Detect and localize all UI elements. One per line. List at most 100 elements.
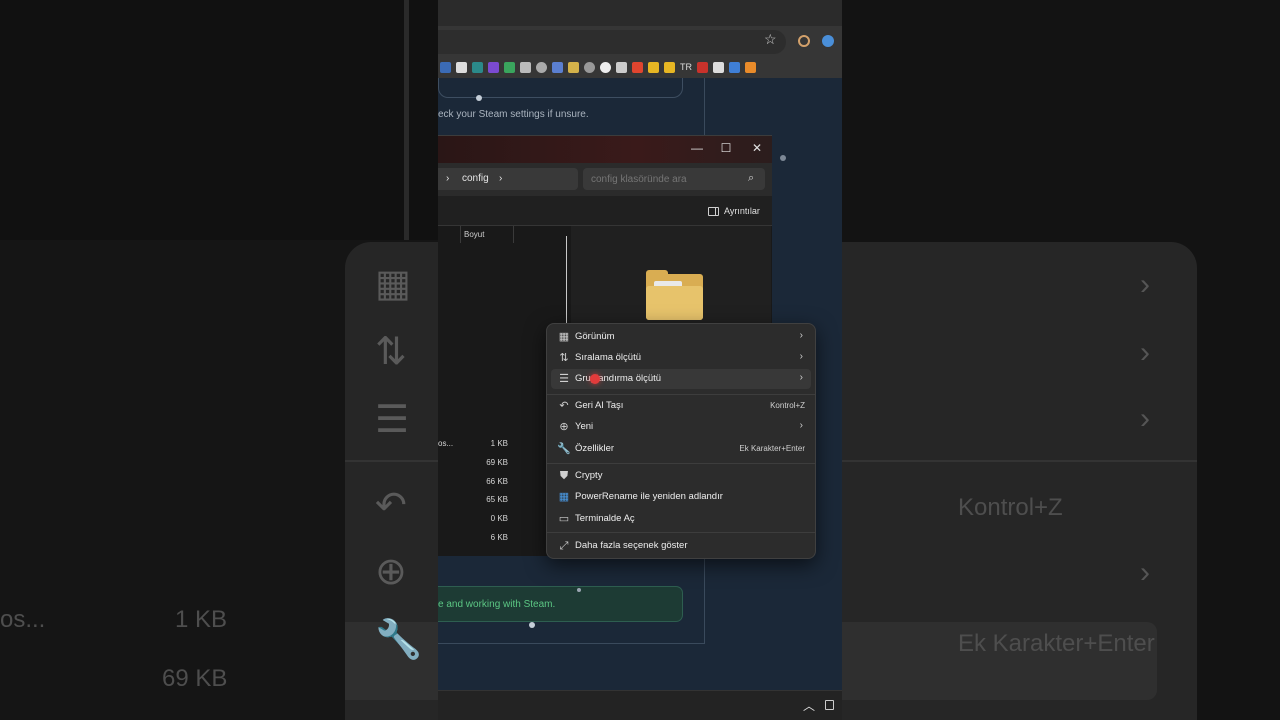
- menu-item-label: Crypty: [575, 470, 603, 481]
- group-by-icon: ☰: [559, 373, 569, 385]
- menu-item-sort[interactable]: ⇅ Sıralama ölçütü ›: [551, 348, 811, 368]
- folder-icon: [646, 270, 703, 320]
- column-divider[interactable]: [513, 226, 514, 243]
- menu-item-terminal[interactable]: ▭ Terminalde Aç: [551, 509, 811, 529]
- shortcut-label: Ek Karakter+Enter: [739, 444, 805, 453]
- menu-item-more-options[interactable]: ⤢ Daha fazla seçenek göster: [551, 536, 811, 556]
- menu-item-crypty[interactable]: ⛊ Crypty: [551, 466, 811, 486]
- bookmark-icon[interactable]: [713, 61, 724, 73]
- address-bar[interactable]: [438, 30, 786, 54]
- chevron-right-icon: ›: [799, 330, 803, 341]
- chevron-right-icon: ›: [1140, 402, 1150, 435]
- close-icon[interactable]: ✕: [749, 141, 765, 155]
- powerrename-icon: ▦: [558, 491, 570, 503]
- background-right: › › › › Kontrol+Z Ek Karakter+Enter: [842, 0, 1280, 720]
- background-menu-zoom: ▦ ⇅ ☰ ↶ ⊕ 🔧: [345, 242, 438, 720]
- wrench-icon: 🔧: [557, 443, 571, 455]
- bookmark-icon[interactable]: [632, 61, 643, 73]
- sort-icon: ⇅: [375, 331, 407, 373]
- menu-item-view[interactable]: ▦ Görünüm ›: [551, 327, 811, 347]
- new-icon: ⊕: [375, 551, 407, 593]
- browser-tab-bar: [438, 0, 842, 26]
- bookmark-icon[interactable]: [648, 61, 659, 73]
- extension-icon[interactable]: [822, 35, 834, 47]
- details-label: Ayrıntılar: [724, 206, 760, 216]
- panel-border-bottom: [438, 643, 705, 644]
- menu-item-undo[interactable]: ↶ Geri Al Taşı Kontrol+Z: [551, 396, 811, 416]
- grid-icon: ▦: [375, 263, 411, 305]
- menu-item-properties[interactable]: 🔧 Özellikler Ek Karakter+Enter: [551, 439, 811, 459]
- minimize-icon[interactable]: —: [689, 141, 705, 155]
- background-size-1: 1 KB: [175, 606, 228, 633]
- chevron-right-icon[interactable]: ›: [499, 173, 502, 184]
- new-icon: ⊕: [559, 421, 569, 433]
- background-size-2: 69 KB: [162, 665, 228, 692]
- menu-item-label: Terminalde Aç: [575, 513, 635, 524]
- chevron-right-icon: ›: [1140, 268, 1150, 301]
- chevron-right-icon: ›: [799, 372, 803, 383]
- menu-item-label: Yeni: [575, 421, 594, 432]
- search-box[interactable]: ⌕: [583, 168, 765, 190]
- breadcrumb[interactable]: › config ›: [438, 168, 578, 190]
- menu-separator: [547, 532, 815, 533]
- file-size: 1 KB: [490, 439, 508, 448]
- bookmark-icon[interactable]: [729, 61, 740, 73]
- background-properties-shortcut: Ek Karakter+Enter: [958, 630, 1155, 657]
- menu-item-new[interactable]: ⊕ Yeni ›: [551, 417, 811, 437]
- maximize-icon[interactable]: ☐: [718, 141, 734, 155]
- background-menu-zoom-right: › › › › Kontrol+Z Ek Karakter+Enter: [842, 242, 1197, 720]
- decor-dot: [577, 588, 581, 592]
- expand-icon: ⤢: [559, 540, 569, 552]
- bookmark-icon[interactable]: [745, 61, 756, 73]
- column-size[interactable]: Boyut: [464, 230, 484, 239]
- success-card: e and working with Steam.: [438, 586, 683, 622]
- bookmark-icon[interactable]: [600, 61, 611, 73]
- file-size: 66 KB: [486, 477, 508, 486]
- bookmark-icon[interactable]: [472, 61, 483, 73]
- bookmark-icon[interactable]: [568, 61, 579, 73]
- bookmark-icon[interactable]: [536, 61, 547, 73]
- details-button[interactable]: Ayrıntılar: [708, 206, 760, 216]
- search-icon[interactable]: ⌕: [748, 172, 754, 185]
- bookmark-icon[interactable]: [520, 61, 531, 73]
- column-header: Boyut: [438, 226, 568, 244]
- column-divider[interactable]: [460, 226, 461, 243]
- bookmark-icon[interactable]: [504, 61, 515, 73]
- file-size: 0 KB: [490, 514, 508, 523]
- bookmark-icon[interactable]: [456, 61, 467, 73]
- chevron-right-icon: ›: [1140, 336, 1150, 369]
- background-stripe: [404, 0, 409, 240]
- group-icon: ☰: [375, 399, 410, 441]
- terminal-icon: ▭: [558, 513, 570, 525]
- window-titlebar[interactable]: — ☐ ✕: [438, 136, 772, 163]
- success-text: e and working with Steam.: [438, 599, 556, 610]
- menu-item-label: Daha fazla seçenek göster: [575, 540, 688, 551]
- file-size: 6 KB: [490, 533, 508, 542]
- menu-separator: [547, 463, 815, 464]
- search-input[interactable]: [591, 171, 741, 187]
- menu-item-powerrename[interactable]: ▦ PowerRename ile yeniden adlandır: [551, 487, 811, 507]
- chevron-up-icon[interactable]: ︿: [803, 697, 815, 714]
- background-undo-shortcut: Kontrol+Z: [958, 494, 1063, 521]
- tray-icon[interactable]: [825, 700, 834, 710]
- bookmark-icon[interactable]: [697, 61, 708, 73]
- address-row: › config › ⌕: [438, 163, 772, 196]
- bookmark-icon[interactable]: [488, 61, 499, 73]
- bookmark-icon[interactable]: [616, 61, 627, 73]
- bookmark-tr-label[interactable]: TR: [680, 62, 692, 72]
- background-left: ▦ ⇅ ☰ ↶ ⊕ 🔧 os... 1 KB 69 KB: [0, 0, 438, 720]
- menu-item-label: Geri Al Taşı: [575, 400, 624, 411]
- extension-icon[interactable]: [798, 35, 810, 47]
- bookmark-icon[interactable]: [584, 61, 595, 73]
- menu-separator: [547, 394, 815, 395]
- bookmark-icon[interactable]: [664, 61, 675, 73]
- file-size: 65 KB: [486, 495, 508, 504]
- undo-icon: ↶: [375, 485, 407, 527]
- bookmark-icon[interactable]: [440, 61, 451, 73]
- browser-toolbar: ☆: [438, 26, 842, 56]
- breadcrumb-current[interactable]: config: [462, 173, 489, 184]
- taskbar: ︿: [438, 690, 842, 720]
- bookmark-star-icon[interactable]: ☆: [764, 31, 777, 48]
- bookmark-icon[interactable]: [552, 61, 563, 73]
- info-card: [438, 78, 683, 98]
